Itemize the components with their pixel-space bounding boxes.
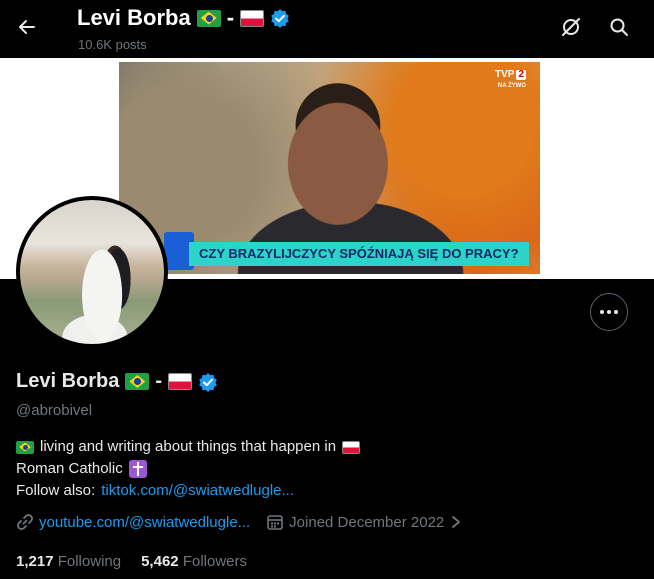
following-label: Following — [57, 553, 122, 570]
more-options-button[interactable] — [590, 293, 628, 331]
header-title: Levi Borba - — [77, 5, 290, 31]
brazil-flag-icon — [125, 373, 150, 390]
back-arrow-icon — [19, 20, 35, 34]
tiktok-link[interactable]: tiktok.com/@swiatwedlugle... — [101, 480, 294, 502]
bio-line1-text: living and writing about things that hap… — [40, 438, 337, 455]
poland-flag-icon — [342, 440, 361, 454]
grok-button[interactable] — [556, 12, 586, 42]
bio-line: Roman Catholic — [16, 458, 616, 480]
tv-channel-name: TVP — [494, 69, 515, 80]
back-button[interactable] — [10, 10, 44, 44]
brazil-flag-icon — [16, 440, 34, 454]
latin-cross-icon — [128, 460, 147, 478]
bio-line2-text: Roman Catholic — [16, 460, 123, 477]
header-name: Levi Borba — [77, 5, 191, 30]
poland-flag-icon — [168, 373, 193, 390]
tv-channel-number: 2 — [516, 69, 526, 80]
profile-name-separator: - — [155, 370, 163, 392]
following-link[interactable]: 1,217 Following — [16, 553, 121, 570]
profile-handle: @abrobivel — [16, 402, 93, 419]
tv-channel-logo: TVP 2 NA ŻYWO — [495, 70, 526, 91]
following-count: 1,217 — [16, 553, 54, 570]
banner-photo: TVP 2 NA ŻYWO CZY BRAZYLIJCZYCY SPÓŹNIAJĄ… — [119, 62, 540, 274]
joined-date: Joined December 2022 — [289, 513, 445, 531]
profile-name: Levi Borba - — [16, 370, 218, 393]
posts-count: 10.6K posts — [78, 37, 147, 52]
website-link[interactable]: youtube.com/@swiatwedlugle... — [39, 514, 250, 531]
joined-item: Joined December 2022 — [266, 513, 463, 531]
verified-badge-icon — [271, 9, 289, 28]
website-item: youtube.com/@swiatwedlugle... — [16, 513, 250, 531]
header-separator: - — [226, 5, 235, 30]
brazil-flag-icon — [196, 9, 221, 27]
grok-icon — [562, 18, 580, 36]
search-icon — [610, 18, 628, 36]
verified-badge-icon[interactable] — [198, 372, 218, 392]
profile-bio: living and writing about things that hap… — [16, 436, 616, 502]
followers-link[interactable]: 5,462 Followers — [141, 553, 247, 570]
profile-stats: 1,217 Following 5,462 Followers — [16, 553, 247, 570]
tv-live-label: NA ŻYWO — [497, 83, 526, 89]
bio-line: living and writing about things that hap… — [16, 436, 616, 458]
tv-caption: CZY BRAZYLIJCZYCY SPÓŹNIAJĄ SIĘ DO PRACY… — [189, 242, 529, 266]
calendar-icon — [267, 515, 283, 530]
bio-line: Follow also: tiktok.com/@swiatwedlugle..… — [16, 480, 616, 502]
poland-flag-icon — [240, 9, 265, 27]
chevron-right-icon[interactable] — [449, 515, 463, 529]
profile-name-text: Levi Borba — [16, 370, 120, 392]
search-button[interactable] — [604, 12, 634, 42]
bio-line3-prefix: Follow also: — [16, 482, 96, 499]
avatar[interactable] — [16, 196, 168, 348]
link-icon — [17, 514, 33, 530]
profile-meta: youtube.com/@swiatwedlugle... Joined Dec… — [16, 513, 463, 531]
followers-label: Followers — [182, 553, 247, 570]
followers-count: 5,462 — [141, 553, 179, 570]
top-bar: Levi Borba - 10.6K posts — [0, 0, 654, 58]
more-icon — [600, 310, 618, 314]
